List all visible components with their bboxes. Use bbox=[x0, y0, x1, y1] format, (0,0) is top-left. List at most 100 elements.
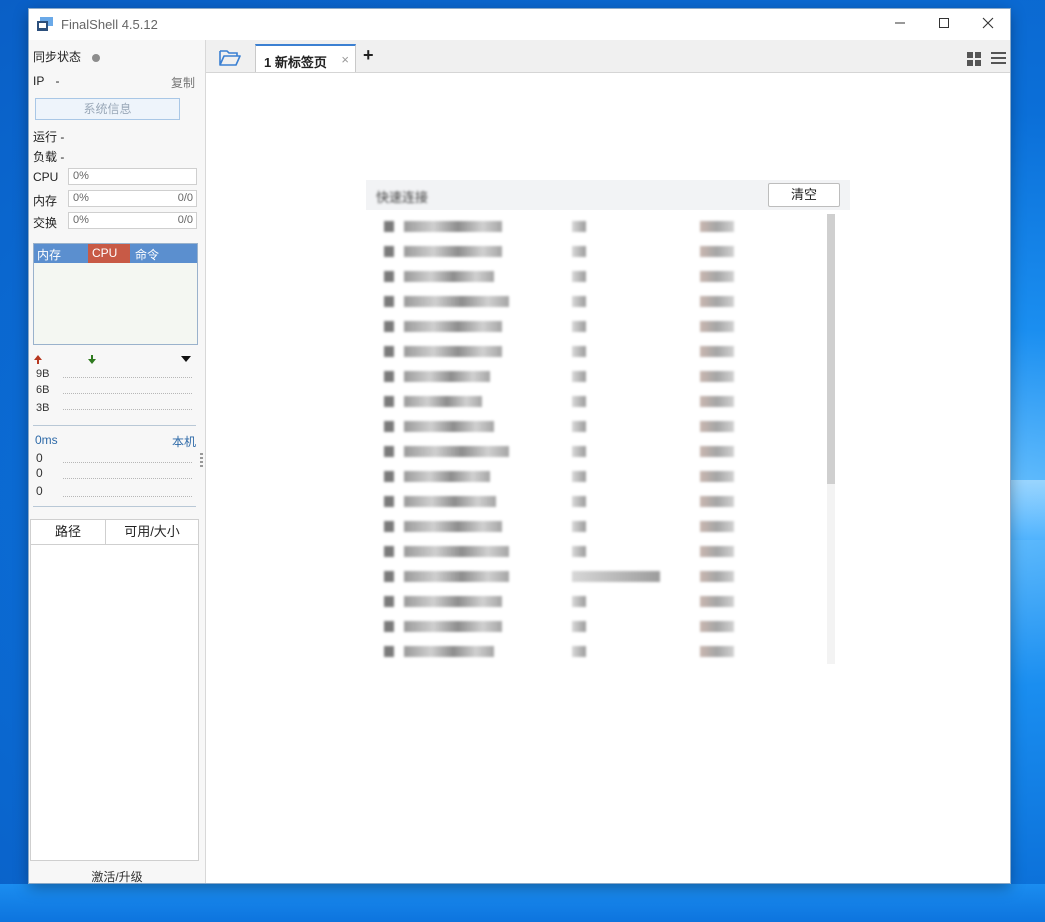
maximize-button[interactable] bbox=[922, 9, 966, 40]
quick-connect-row[interactable] bbox=[366, 389, 826, 414]
add-tab-icon[interactable]: + bbox=[363, 45, 374, 66]
quick-connect-row[interactable] bbox=[366, 489, 826, 514]
ip-label: IP bbox=[33, 74, 45, 88]
swap-usage: 0/0 bbox=[177, 214, 193, 226]
row-name-redacted bbox=[404, 371, 490, 382]
row-icon-redacted bbox=[384, 621, 394, 632]
quick-connect-list[interactable] bbox=[366, 214, 826, 664]
minimize-icon bbox=[895, 22, 905, 24]
ping-y-label: 0 bbox=[36, 466, 43, 480]
quick-connect-row[interactable] bbox=[366, 364, 826, 389]
filesystem-header: 路径 可用/大小 bbox=[31, 520, 198, 545]
row-name-redacted bbox=[404, 396, 482, 407]
panel-splitter-handle[interactable] bbox=[200, 453, 203, 469]
clear-button[interactable]: 清空 bbox=[768, 183, 840, 207]
row-time-redacted bbox=[700, 221, 734, 232]
quick-connect-row[interactable] bbox=[366, 639, 826, 664]
desktop-bottom bbox=[0, 884, 1045, 922]
close-button[interactable] bbox=[966, 9, 1010, 40]
process-col-memory[interactable]: 内存 bbox=[37, 246, 61, 263]
row-time-redacted bbox=[700, 621, 734, 632]
network-y-label: 3B bbox=[36, 402, 50, 414]
row-host-redacted bbox=[572, 646, 586, 657]
row-icon-redacted bbox=[384, 246, 394, 257]
title-bar[interactable]: FinalShell 4.5.12 bbox=[29, 9, 1010, 40]
download-arrow-icon bbox=[88, 355, 96, 364]
quick-connect-row[interactable] bbox=[366, 339, 826, 364]
activate-upgrade-link[interactable]: 激活/升级 bbox=[29, 868, 205, 885]
ping-gridline bbox=[63, 496, 192, 497]
row-name-redacted bbox=[404, 296, 509, 307]
desktop-light bbox=[1005, 480, 1045, 540]
row-host-redacted bbox=[572, 471, 586, 482]
ip-row: IP - bbox=[33, 74, 59, 88]
app-icon bbox=[37, 17, 53, 31]
row-name-redacted bbox=[404, 521, 502, 532]
window-title: FinalShell 4.5.12 bbox=[61, 17, 158, 32]
filesystem-table[interactable]: 路径 可用/大小 bbox=[30, 519, 199, 861]
memory-percent: 0% bbox=[73, 192, 89, 204]
row-time-redacted bbox=[700, 346, 734, 357]
quick-connect-row[interactable] bbox=[366, 314, 826, 339]
row-host-redacted bbox=[572, 246, 586, 257]
row-icon-redacted bbox=[384, 371, 394, 382]
quick-connect-row[interactable] bbox=[366, 564, 826, 589]
row-name-redacted bbox=[404, 421, 494, 432]
row-icon-redacted bbox=[384, 446, 394, 457]
quick-connect-scrollbar[interactable] bbox=[827, 214, 835, 664]
quick-connect-row[interactable] bbox=[366, 514, 826, 539]
quick-connect-row[interactable] bbox=[366, 439, 826, 464]
quick-connect-row[interactable] bbox=[366, 589, 826, 614]
row-name-redacted bbox=[404, 596, 502, 607]
ping-host-selector[interactable]: 本机 bbox=[172, 433, 196, 450]
row-icon-redacted bbox=[384, 496, 394, 507]
row-time-redacted bbox=[700, 596, 734, 607]
minimize-button[interactable] bbox=[878, 9, 922, 40]
interface-dropdown-icon[interactable] bbox=[181, 356, 191, 363]
cpu-meter: 0% bbox=[68, 168, 197, 185]
quick-connect-row[interactable] bbox=[366, 414, 826, 439]
quick-connect-row[interactable] bbox=[366, 264, 826, 289]
fs-col-path[interactable]: 路径 bbox=[31, 520, 106, 544]
row-icon-redacted bbox=[384, 546, 394, 557]
quick-connect-row[interactable] bbox=[366, 464, 826, 489]
grid-view-icon[interactable] bbox=[967, 52, 981, 66]
row-host-redacted bbox=[572, 371, 586, 382]
ping-latency: 0ms bbox=[35, 433, 58, 447]
row-time-redacted bbox=[700, 646, 734, 657]
row-name-redacted bbox=[404, 571, 509, 582]
tab-new-tab[interactable]: 1 新标签页 × bbox=[255, 44, 356, 72]
quick-connect-row[interactable] bbox=[366, 614, 826, 639]
tab-close-icon[interactable]: × bbox=[341, 52, 349, 67]
row-name-redacted bbox=[404, 496, 496, 507]
menu-icon[interactable] bbox=[991, 52, 1006, 65]
upload-arrow-icon bbox=[34, 355, 42, 364]
process-col-command[interactable]: 命令 bbox=[135, 246, 159, 263]
system-info-button[interactable]: 系统信息 bbox=[35, 98, 180, 120]
scrollbar-thumb[interactable] bbox=[827, 214, 835, 484]
process-table-header: 内存 CPU 命令 bbox=[34, 244, 197, 263]
process-col-cpu[interactable]: CPU bbox=[88, 244, 130, 263]
network-gridline bbox=[63, 409, 192, 410]
sync-status-dot-icon bbox=[92, 53, 101, 62]
quick-connect-row[interactable] bbox=[366, 539, 826, 564]
quick-connect-row[interactable] bbox=[366, 289, 826, 314]
row-name-redacted bbox=[404, 646, 494, 657]
process-table[interactable]: 内存 CPU 命令 bbox=[33, 243, 198, 345]
row-host-redacted bbox=[572, 346, 586, 357]
system-monitor-panel: 同步状态 IP - 复制 系统信息 运行 - 负载 - CPU 0% 内存 0%… bbox=[29, 40, 206, 885]
row-icon-redacted bbox=[384, 471, 394, 482]
fs-col-size[interactable]: 可用/大小 bbox=[106, 520, 198, 544]
ping-header: 0ms 本机 bbox=[33, 433, 196, 450]
network-header bbox=[33, 353, 193, 367]
quick-connect-row[interactable] bbox=[366, 239, 826, 264]
quick-connect-row[interactable] bbox=[366, 214, 826, 239]
tab-label: 1 新标签页 bbox=[264, 55, 327, 70]
ping-y-label: 0 bbox=[36, 451, 43, 465]
row-host-redacted bbox=[572, 446, 586, 457]
copy-ip-link[interactable]: 复制 bbox=[171, 74, 195, 91]
row-host-redacted bbox=[572, 571, 660, 582]
row-name-redacted bbox=[404, 471, 490, 482]
folder-open-icon[interactable] bbox=[219, 49, 241, 66]
row-time-redacted bbox=[700, 446, 734, 457]
